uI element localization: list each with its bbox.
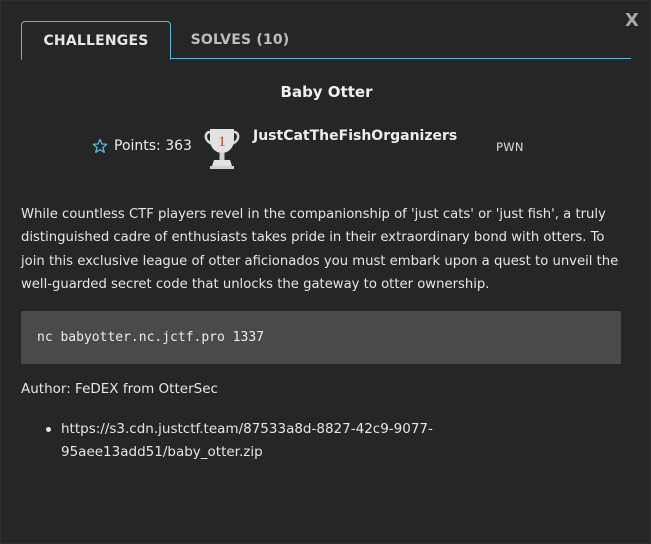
challenge-modal: X CHALLENGES SOLVES (10) Baby Otter Poin… — [0, 0, 651, 544]
trophy-icon: 1 — [204, 126, 240, 170]
star-icon — [92, 138, 108, 153]
trophy-rank: 1 — [218, 134, 226, 150]
points-display: Points: 363 — [92, 138, 192, 154]
category-badge: PWN — [496, 140, 524, 154]
list-item: https://s3.cdn.justctf.team/87533a8d-882… — [43, 418, 483, 464]
challenge-author: Author: FeDEX from OtterSec — [21, 381, 218, 397]
tab-challenges[interactable]: CHALLENGES — [21, 21, 171, 60]
file-download-link[interactable]: https://s3.cdn.justctf.team/87533a8d-882… — [61, 421, 433, 460]
file-list: https://s3.cdn.justctf.team/87533a8d-882… — [43, 418, 483, 464]
tab-bar: CHALLENGES SOLVES (10) — [21, 21, 631, 60]
challenge-title: Baby Otter — [280, 83, 373, 101]
points-label: Points: 363 — [114, 138, 192, 154]
tab-solves[interactable]: SOLVES (10) — [181, 21, 299, 59]
challenge-description: While countless CTF players revel in the… — [21, 207, 619, 292]
connection-code-block: nc babyotter.nc.jctf.pro 1337 — [21, 311, 621, 364]
first-blood-team: JustCatTheFishOrganizers — [253, 128, 458, 144]
